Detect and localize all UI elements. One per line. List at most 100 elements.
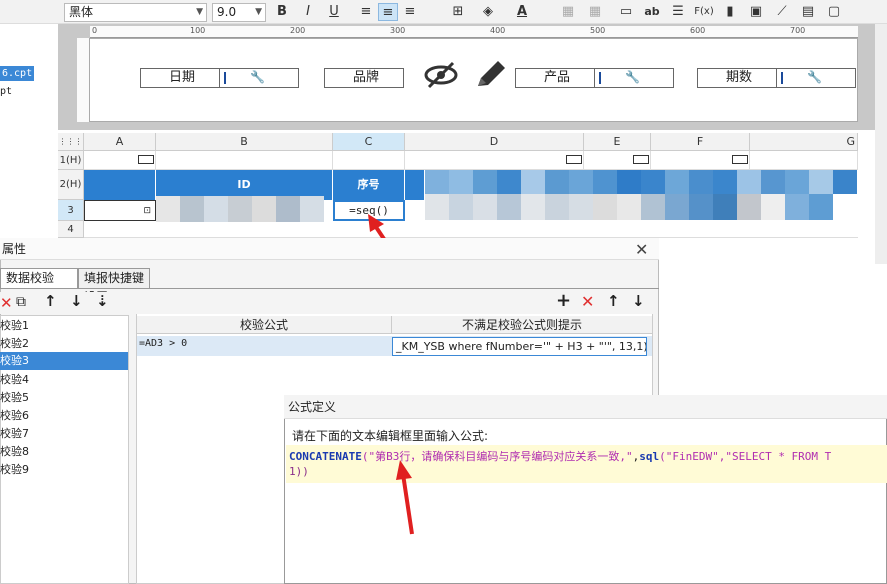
cell-b1[interactable] bbox=[156, 151, 333, 170]
list-item[interactable]: 校验9 bbox=[0, 461, 128, 479]
sort-icon[interactable]: ⇣ bbox=[96, 292, 109, 310]
list-item[interactable]: 校验1 bbox=[0, 317, 128, 335]
cell-c2-seq[interactable]: 序号 bbox=[333, 170, 405, 200]
row-header-3[interactable]: 3 bbox=[58, 200, 84, 221]
text-style-button[interactable]: ab bbox=[642, 3, 662, 21]
list-item-selected[interactable]: 校验3 bbox=[0, 352, 128, 370]
chevron-down-icon: ▼ bbox=[255, 7, 262, 17]
copy-icon[interactable]: ⧉ bbox=[16, 294, 26, 310]
align-center-icon[interactable]: ≡ bbox=[378, 3, 398, 21]
widget-icon[interactable]: ▢ bbox=[824, 3, 844, 21]
formula-line-1[interactable]: CONCATENATE("第B3行，请确保科目编码与序号编码对应关系一致,",s… bbox=[289, 448, 831, 464]
expand-icon bbox=[138, 155, 154, 164]
tab-fill-shortcuts[interactable]: 填报快捷键设置 bbox=[78, 268, 150, 304]
tab-data-validation[interactable]: 数据校验 bbox=[0, 268, 78, 288]
cell-c1[interactable] bbox=[333, 151, 405, 170]
ruler-tick: 300 bbox=[390, 26, 406, 35]
list-item[interactable]: 校验4 bbox=[0, 371, 128, 389]
align-left-icon[interactable]: ≡ bbox=[356, 3, 376, 21]
formula-line-2[interactable]: 1)) bbox=[289, 465, 309, 478]
row-header-2[interactable]: 2(H) bbox=[58, 170, 84, 200]
row-4[interactable] bbox=[84, 221, 858, 238]
column-header-f[interactable]: F bbox=[651, 133, 750, 151]
merge-icon[interactable]: ▦ bbox=[558, 3, 578, 21]
align-right-icon[interactable]: ≡ bbox=[400, 3, 420, 21]
image-icon[interactable]: ▣ bbox=[746, 3, 766, 21]
add-icon[interactable]: + bbox=[556, 290, 571, 311]
eye-off-icon[interactable] bbox=[424, 60, 458, 90]
param-input-period[interactable]: 🔧 bbox=[776, 68, 856, 88]
column-header-formula: 校验公式 bbox=[137, 316, 391, 334]
file-item[interactable]: pt bbox=[0, 86, 12, 97]
function-sql: sql bbox=[639, 450, 660, 463]
validation-message-input[interactable]: _KM_YSB where fNumber='" + H3 + "'", 13,… bbox=[392, 337, 647, 356]
delete-icon[interactable]: ✕ bbox=[0, 294, 13, 312]
cell-d1[interactable] bbox=[405, 151, 584, 170]
fill-color-icon[interactable]: ◈ bbox=[478, 3, 498, 21]
validation-formula-cell[interactable]: =AD3 > 0 bbox=[139, 338, 187, 349]
select-all-corner[interactable]: ⋮⋮⋮ bbox=[58, 133, 84, 151]
chevron-down-icon: ▼ bbox=[196, 7, 203, 17]
cell-f1[interactable] bbox=[651, 151, 750, 170]
bold-button[interactable]: B bbox=[272, 3, 292, 21]
formula-prompt: 请在下面的文本编辑框里面输入公式: bbox=[292, 429, 489, 443]
move-up-icon[interactable]: ↑ bbox=[607, 292, 620, 310]
row-header-4[interactable]: 4 bbox=[58, 221, 84, 238]
column-header-e[interactable]: E bbox=[584, 133, 651, 151]
sql-arguments: ("FinEDW","SELECT * FROM T bbox=[659, 450, 832, 463]
cell-a2[interactable] bbox=[84, 170, 156, 200]
expand-icon bbox=[633, 155, 649, 164]
cell-g1[interactable] bbox=[750, 151, 858, 170]
formula-button[interactable]: F(x) bbox=[694, 3, 714, 21]
list-item[interactable]: 校验2 bbox=[0, 335, 128, 353]
text-color-button[interactable]: A bbox=[512, 3, 532, 21]
horizontal-ruler: 0 100 200 300 400 500 600 700 bbox=[90, 26, 858, 38]
blurred-cell-b3 bbox=[156, 196, 324, 222]
insert-row-icon[interactable]: ▭ bbox=[616, 3, 636, 21]
cell-e1[interactable] bbox=[584, 151, 651, 170]
italic-button[interactable]: I bbox=[298, 3, 318, 21]
vertical-scrollbar[interactable] bbox=[875, 24, 887, 264]
param-label-period[interactable]: 期数 bbox=[697, 68, 777, 88]
move-down-icon[interactable]: ↓ bbox=[70, 292, 83, 310]
column-header-g[interactable]: G bbox=[750, 133, 858, 151]
cell-a3[interactable]: ⊡ bbox=[84, 200, 156, 221]
param-label-product[interactable]: 产品 bbox=[515, 68, 595, 88]
font-family-select[interactable]: 黑体 ▼ bbox=[64, 3, 207, 22]
unmerge-icon[interactable]: ▦ bbox=[585, 3, 605, 21]
paragraph-icon[interactable]: ☰ bbox=[668, 3, 688, 21]
cell-d2[interactable] bbox=[405, 170, 425, 200]
column-header-c[interactable]: C bbox=[333, 133, 405, 151]
slash-icon[interactable]: ⟋ bbox=[772, 3, 792, 21]
list-item[interactable]: 校验7 bbox=[0, 425, 128, 443]
font-family-value: 黑体 bbox=[69, 5, 94, 19]
column-header-a[interactable]: A bbox=[84, 133, 156, 151]
chart-icon[interactable]: ▮ bbox=[720, 3, 740, 21]
column-header-d[interactable]: D bbox=[405, 133, 584, 151]
expand-icon bbox=[732, 155, 748, 164]
underline-button[interactable]: U bbox=[324, 3, 344, 21]
file-item-selected[interactable]: 6.cpt bbox=[0, 66, 34, 81]
sub-report-icon[interactable]: ▤ bbox=[798, 3, 818, 21]
column-header-b[interactable]: B bbox=[156, 133, 333, 151]
function-concatenate: CONCATENATE bbox=[289, 450, 362, 463]
ruler-tick: 200 bbox=[290, 26, 306, 35]
list-item[interactable]: 校验6 bbox=[0, 407, 128, 425]
move-up-icon[interactable]: ↑ bbox=[44, 292, 57, 310]
param-input-date[interactable]: 🔧 bbox=[219, 68, 299, 88]
expand-icon: ⊡ bbox=[143, 206, 151, 216]
font-size-select[interactable]: 9.0 ▼ bbox=[212, 3, 266, 22]
list-item[interactable]: 校验8 bbox=[0, 443, 128, 461]
cell-a1[interactable] bbox=[84, 151, 156, 170]
param-label-date[interactable]: 日期 bbox=[140, 68, 220, 88]
pencil-icon[interactable] bbox=[474, 58, 508, 90]
border-icon[interactable]: ⊞ bbox=[448, 3, 468, 21]
close-icon[interactable]: ✕ bbox=[635, 240, 648, 259]
ruler-tick: 100 bbox=[190, 26, 206, 35]
list-item[interactable]: 校验5 bbox=[0, 389, 128, 407]
param-label-brand[interactable]: 品牌 bbox=[324, 68, 404, 88]
move-down-icon[interactable]: ↓ bbox=[632, 292, 645, 310]
delete-icon[interactable]: ✕ bbox=[581, 292, 594, 311]
row-header-1[interactable]: 1(H) bbox=[58, 151, 84, 170]
param-input-product[interactable]: 🔧 bbox=[594, 68, 674, 88]
